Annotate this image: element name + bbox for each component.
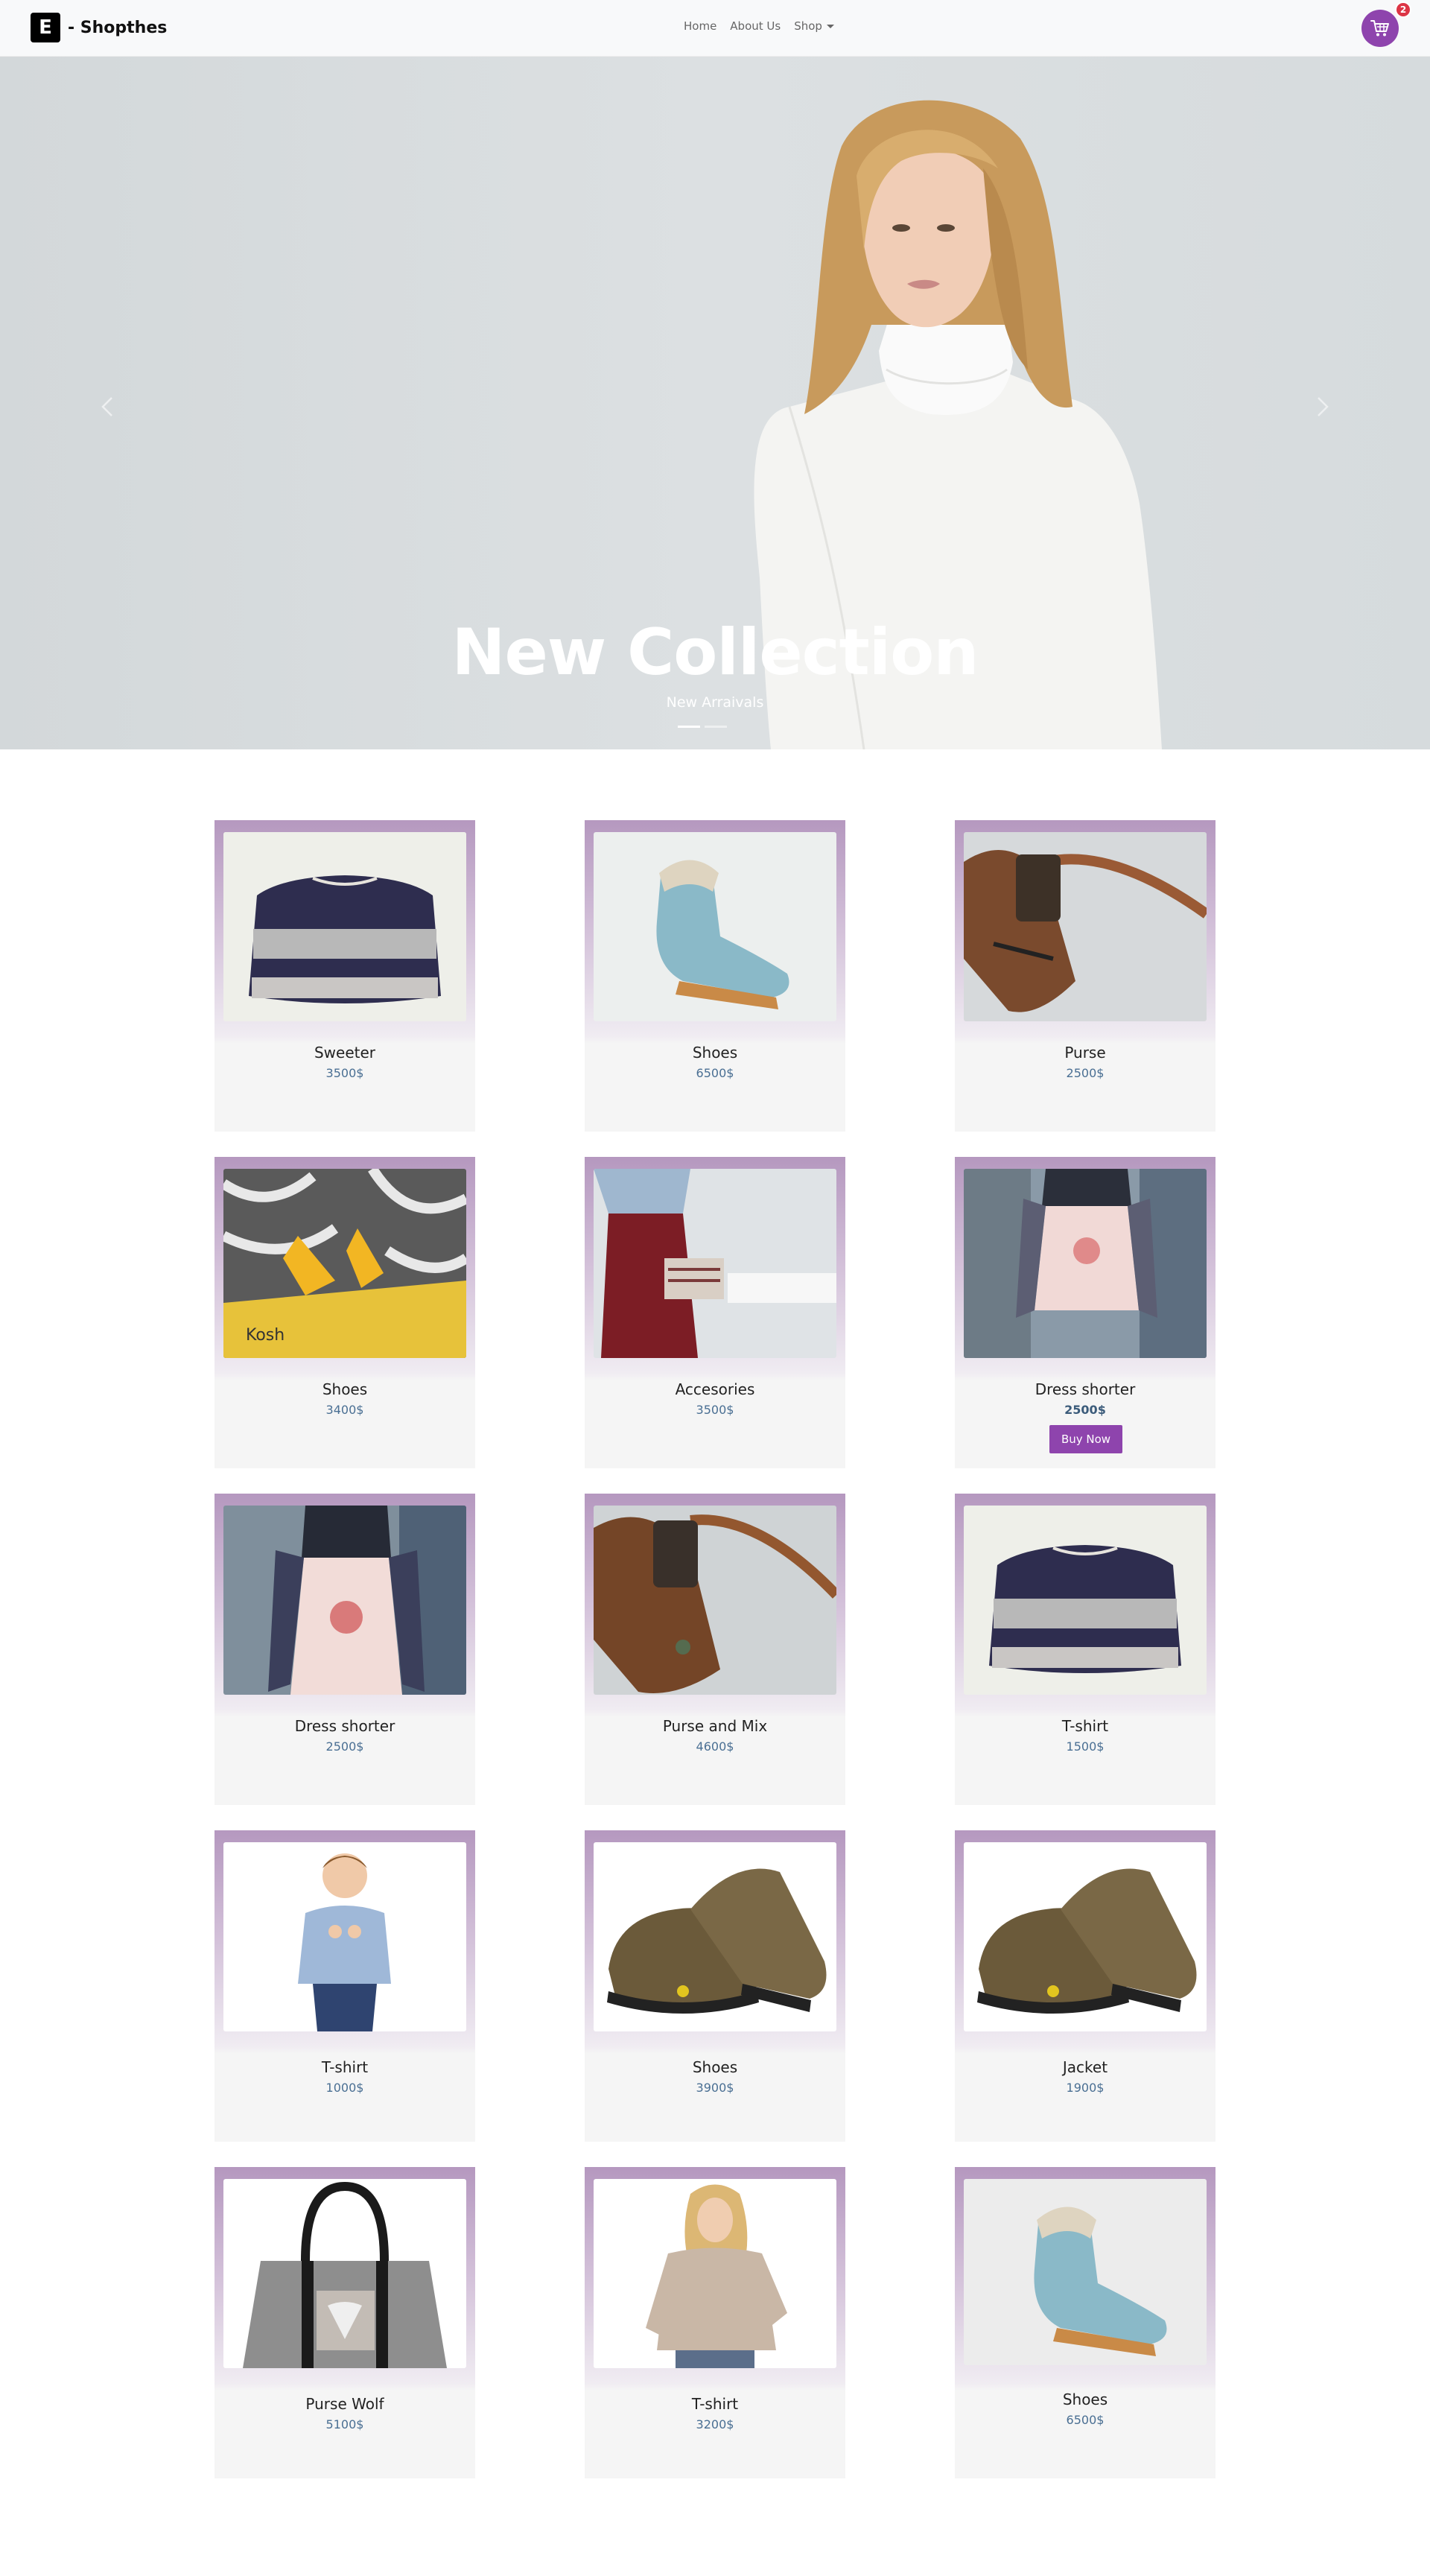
product-card[interactable]: Purse 2500$ bbox=[955, 820, 1216, 1132]
product-name: Dress shorter bbox=[1035, 1380, 1136, 1398]
product-card[interactable]: Kosh Shoes 3400$ bbox=[214, 1157, 475, 1468]
product-price: 3400$ bbox=[325, 1403, 364, 1417]
product-price: 6500$ bbox=[696, 1066, 734, 1080]
product-image-blue-boot bbox=[964, 2179, 1207, 2365]
product-card[interactable]: T-shirt 1000$ bbox=[214, 1830, 475, 2142]
product-image-boy-shirt bbox=[223, 1842, 466, 2031]
product-card[interactable]: Purse and Mix 4600$ bbox=[585, 1494, 845, 1805]
carousel-next-icon[interactable] bbox=[1307, 384, 1337, 429]
cart-button[interactable] bbox=[1361, 10, 1399, 47]
product-image-wolf-bag bbox=[223, 2179, 466, 2368]
product-price: 1500$ bbox=[1066, 1739, 1105, 1754]
product-card[interactable]: Purse Wolf 5100$ bbox=[214, 2167, 475, 2478]
product-price: 1900$ bbox=[1066, 2081, 1105, 2095]
brand-name: - Shopthes bbox=[68, 18, 168, 37]
product-card[interactable]: Sweeter 3500$ bbox=[214, 820, 475, 1132]
product-image-woman-sweater bbox=[594, 2179, 836, 2368]
nav-shop-dropdown[interactable]: Shop bbox=[794, 19, 834, 33]
shopping-cart-icon bbox=[1370, 20, 1389, 37]
buy-now-button[interactable]: Buy Now bbox=[1049, 1425, 1122, 1453]
chevron-down-icon bbox=[826, 25, 834, 28]
hero-title: New Collection bbox=[451, 615, 979, 690]
product-card[interactable]: Shoes 3900$ bbox=[585, 1830, 845, 2142]
brand-logo: E bbox=[31, 13, 60, 42]
cart-count-badge: 2 bbox=[1395, 1, 1411, 18]
product-card[interactable]: Accesories 3500$ bbox=[585, 1157, 845, 1468]
product-card[interactable]: Jacket 1900$ bbox=[955, 1830, 1216, 2142]
product-name: Dress shorter bbox=[294, 1717, 395, 1735]
carousel-indicator-1[interactable] bbox=[678, 726, 700, 728]
carousel-indicators bbox=[678, 726, 727, 728]
product-name: Shoes bbox=[692, 2058, 738, 2076]
product-price: 5100$ bbox=[325, 2417, 364, 2431]
product-price: 2500$ bbox=[325, 1739, 364, 1754]
product-card[interactable]: Shoes 6500$ bbox=[955, 2167, 1216, 2478]
product-name: T-shirt bbox=[691, 2395, 739, 2413]
svg-text:Kosh: Kosh bbox=[246, 1326, 285, 1345]
product-image-leather-purse bbox=[964, 832, 1207, 1021]
product-image-floral-skirt bbox=[223, 1506, 466, 1695]
product-image-red-skirt-clutch bbox=[594, 1169, 836, 1358]
brand[interactable]: E - Shopthes bbox=[31, 13, 167, 42]
product-price: 6500$ bbox=[1066, 2413, 1105, 2427]
product-name: Accesories bbox=[675, 1380, 755, 1398]
carousel-prev-icon[interactable] bbox=[93, 384, 123, 429]
hero-carousel: New Collection New Arraivals bbox=[0, 57, 1430, 749]
product-name: Purse and Mix bbox=[662, 1717, 768, 1735]
product-name: Jacket bbox=[1062, 2058, 1108, 2076]
nav-home[interactable]: Home bbox=[684, 19, 716, 33]
product-name: Shoes bbox=[692, 1044, 738, 1062]
product-price: 2500$ bbox=[1064, 1403, 1106, 1417]
product-name: Purse bbox=[1064, 1044, 1106, 1062]
navbar: E - Shopthes Home About Us Shop 2 bbox=[0, 0, 1430, 57]
product-name: Sweeter bbox=[314, 1044, 376, 1062]
product-card[interactable]: T-shirt 3200$ bbox=[585, 2167, 845, 2478]
carousel-indicator-2[interactable] bbox=[705, 726, 727, 728]
nav-links: Home About Us Shop bbox=[684, 19, 834, 33]
product-image-blue-boot bbox=[594, 832, 836, 1021]
product-image-hiking-shoes bbox=[594, 1842, 836, 2031]
product-image-yellow-sneakers: Kosh bbox=[223, 1169, 466, 1358]
product-name: T-shirt bbox=[321, 2058, 369, 2076]
product-price: 3900$ bbox=[696, 2081, 734, 2095]
nav-shop-label: Shop bbox=[794, 19, 822, 33]
product-price: 3500$ bbox=[325, 1066, 364, 1080]
product-card[interactable]: T-shirt 1500$ bbox=[955, 1494, 1216, 1805]
product-price: 4600$ bbox=[696, 1739, 734, 1754]
product-name: Purse Wolf bbox=[305, 2395, 384, 2413]
nav-about-us[interactable]: About Us bbox=[730, 19, 781, 33]
product-price: 3500$ bbox=[696, 1403, 734, 1417]
product-image-floral-skirt bbox=[964, 1169, 1207, 1358]
hero-subtitle: New Arraivals bbox=[666, 694, 764, 711]
product-name: Shoes bbox=[1062, 2391, 1108, 2408]
product-card[interactable]: Dress shorter 2500$ Buy Now bbox=[955, 1157, 1216, 1468]
product-image-leather-purse bbox=[594, 1506, 836, 1695]
product-price: 3200$ bbox=[696, 2417, 734, 2431]
product-card[interactable]: Dress shorter 2500$ bbox=[214, 1494, 475, 1805]
product-price: 2500$ bbox=[1066, 1066, 1105, 1080]
product-name: Shoes bbox=[322, 1380, 368, 1398]
product-image-hiking-shoes bbox=[964, 1842, 1207, 2031]
product-image-sweater bbox=[223, 832, 466, 1021]
product-price: 1000$ bbox=[325, 2081, 364, 2095]
product-image-sweater bbox=[964, 1506, 1207, 1695]
product-name: T-shirt bbox=[1061, 1717, 1109, 1735]
product-card[interactable]: Shoes 6500$ bbox=[585, 820, 845, 1132]
